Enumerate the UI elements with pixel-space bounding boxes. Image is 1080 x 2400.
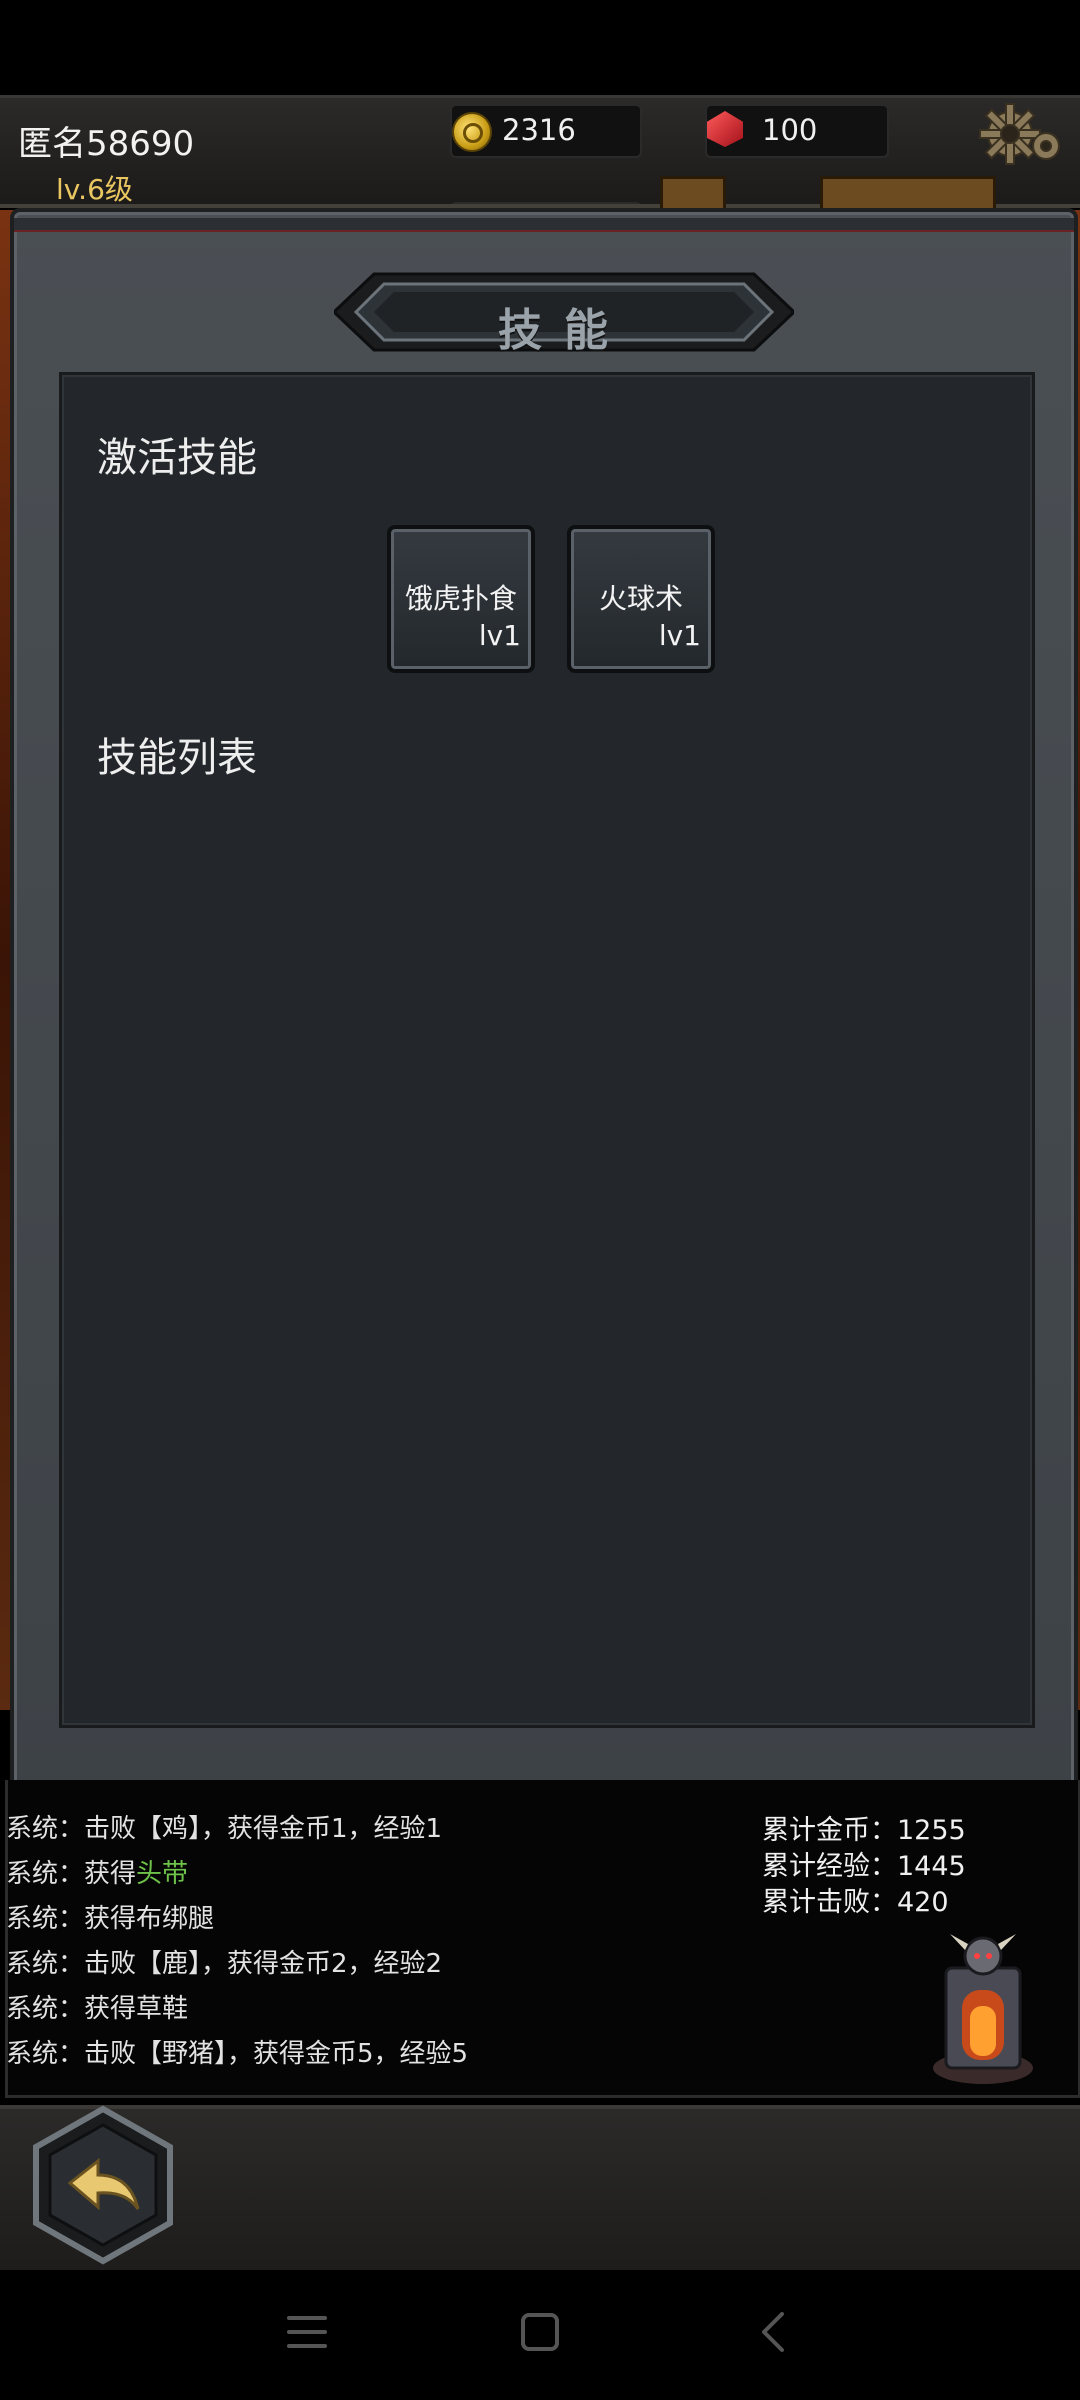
log-line: 系统：击败【鹿】，获得金币2，经验2 [6, 1949, 443, 1979]
skill-slot-2[interactable]: 火球术 lv1 [567, 525, 715, 673]
modal-title-plate: 技能 [331, 262, 797, 362]
system-navigation-bar [0, 2270, 1080, 2400]
modal-top-bar [14, 218, 1074, 232]
log-line: 系统：获得草鞋 [6, 1994, 189, 2024]
active-skills-heading: 激活技能 [97, 435, 257, 481]
skill-level: lv1 [478, 619, 521, 652]
log-line: 系统：获得头带 [6, 1859, 189, 1889]
log-line: 系统：击败【野猪】，获得金币5，经验5 [6, 2039, 469, 2069]
gold-coin-icon [452, 112, 492, 152]
gold-value: 2316 [502, 113, 576, 147]
stat-total-kills: 累计击败：420 [762, 1887, 949, 1918]
gem-value: 100 [762, 113, 818, 147]
player-name[interactable]: 匿名58690 [18, 116, 194, 165]
back-button[interactable] [30, 2105, 176, 2265]
log-line: 系统：击败【鸡】，获得金币1，经验1 [6, 1814, 443, 1844]
skill-name: 饿虎扑食 [404, 582, 517, 615]
skills-panel: 激活技能 饿虎扑食 lv1 火球术 lv1 技能列表 [59, 372, 1035, 1728]
skill-list-heading: 技能列表 [97, 735, 257, 781]
menu-icon[interactable] [285, 2310, 329, 2354]
loot-item-highlight: 头带 [136, 1859, 189, 1889]
gold-counter-box: 2316 [450, 104, 642, 158]
home-icon[interactable] [518, 2310, 562, 2354]
log-line: 系统：获得布绑腿 [6, 1904, 215, 1934]
stat-total-exp: 累计经验：1445 [762, 1851, 966, 1882]
skill-level: lv1 [658, 619, 701, 652]
demon-portal-icon[interactable] [928, 1928, 1038, 2088]
red-gem-icon [707, 111, 743, 147]
back-nav-icon[interactable] [752, 2310, 796, 2354]
stat-total-gold: 累计金币：1255 [762, 1815, 966, 1846]
player-level: lv.6级 [56, 173, 133, 206]
skills-modal: 技能 激活技能 饿虎扑食 lv1 火球术 lv1 技能列表 [10, 208, 1078, 1791]
skill-name: 火球术 [598, 582, 683, 615]
skill-slot-1[interactable]: 饿虎扑食 lv1 [387, 525, 535, 673]
gem-counter-box: 100 [705, 104, 889, 158]
modal-title: 技能 [498, 305, 630, 356]
settings-gear-icon[interactable] [976, 100, 1066, 170]
